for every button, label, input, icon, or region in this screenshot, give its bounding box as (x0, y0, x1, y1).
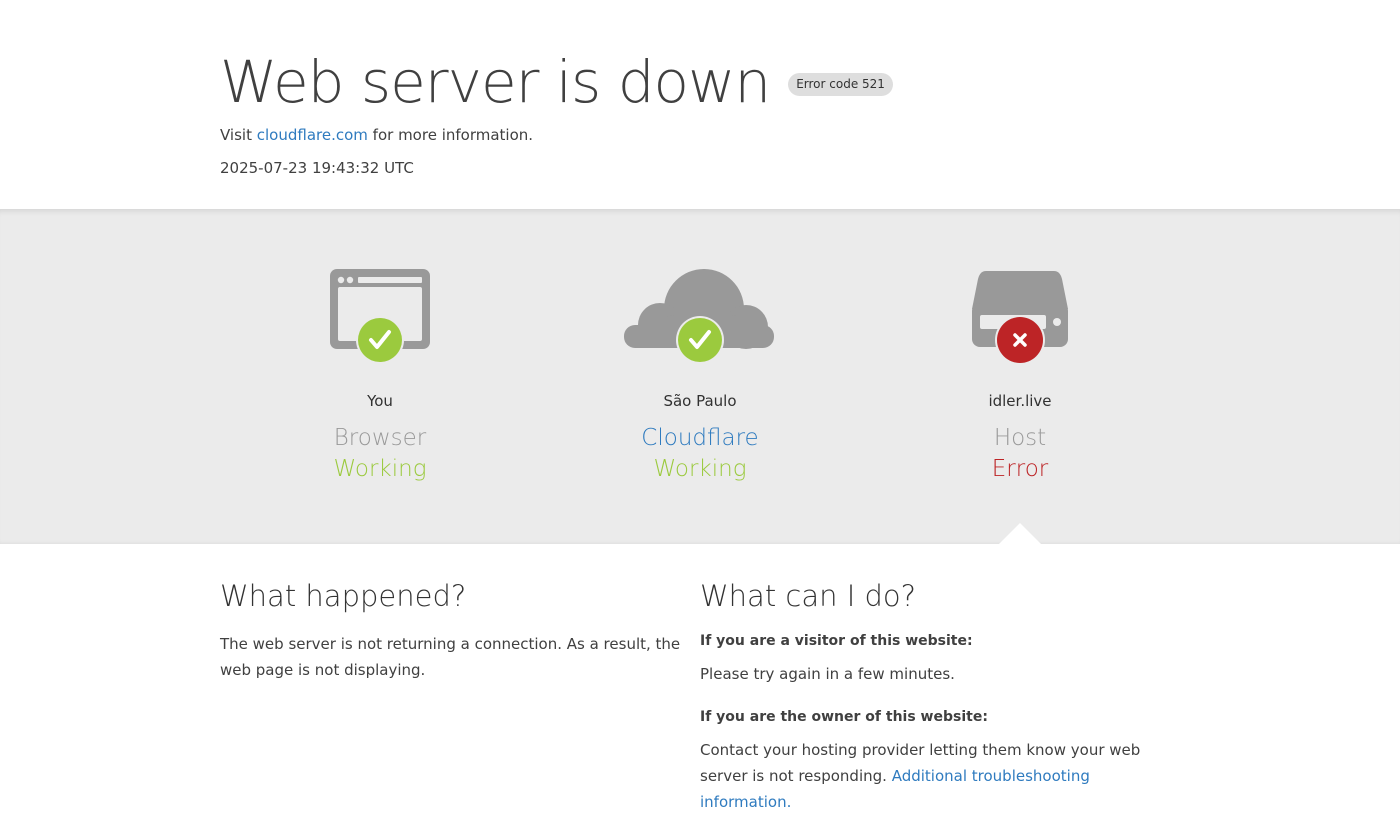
what-can-i-do-section: What can I do? If you are a visitor of t… (700, 575, 1180, 815)
visit-suffix: for more information. (372, 126, 534, 144)
what-happened-heading: What happened? (220, 579, 467, 613)
status-state: Working (333, 456, 427, 482)
visitor-heading: If you are a visitor of this website: (700, 633, 973, 649)
status-host: idler.live Host Error (890, 209, 1150, 509)
visitor-body: Please try again in a few minutes. (700, 665, 955, 683)
owner-heading: If you are the owner of this website: (700, 709, 988, 725)
visit-line: Visit cloudflare.com for more informatio… (220, 125, 533, 145)
browser-icon (300, 267, 460, 367)
server-icon (940, 267, 1100, 367)
title-row: Web server is down Error code 521 (220, 46, 893, 118)
page-header: Web server is down Error code 521 Visit … (0, 0, 1400, 209)
visit-prefix: Visit (220, 126, 252, 144)
cloud-icon (620, 267, 780, 367)
status-name: Host (993, 425, 1047, 451)
status-band: You Browser Working São Paulo Cloudflare… (0, 209, 1400, 544)
what-can-i-do-heading: What can I do? (700, 579, 917, 613)
timestamp: 2025-07-23 19:43:32 UTC (220, 159, 414, 177)
check-icon (676, 316, 724, 364)
status-state: Error (991, 456, 1049, 482)
status-state: Working (653, 456, 747, 482)
what-happened-section: What happened? The web server is not ret… (220, 575, 700, 683)
status-browser: You Browser Working (250, 209, 510, 509)
what-happened-body: The web server is not returning a connec… (220, 635, 681, 679)
error-code-badge: Error code 521 (788, 72, 893, 96)
cloudflare-status-link[interactable]: Cloudflare (570, 423, 830, 453)
page-title: Web server is down (220, 48, 771, 116)
cloudflare-link[interactable]: cloudflare.com (257, 126, 368, 144)
status-location: São Paulo (663, 392, 737, 410)
owner-body: Contact your hosting provider letting th… (700, 737, 1180, 815)
status-location: idler.live (988, 392, 1052, 410)
x-icon (995, 315, 1045, 365)
status-location: You (367, 392, 393, 410)
check-icon (356, 316, 404, 364)
active-pointer (999, 523, 1041, 544)
status-name: Browser (333, 425, 427, 451)
status-cloudflare: São Paulo Cloudflare Working (570, 209, 830, 509)
